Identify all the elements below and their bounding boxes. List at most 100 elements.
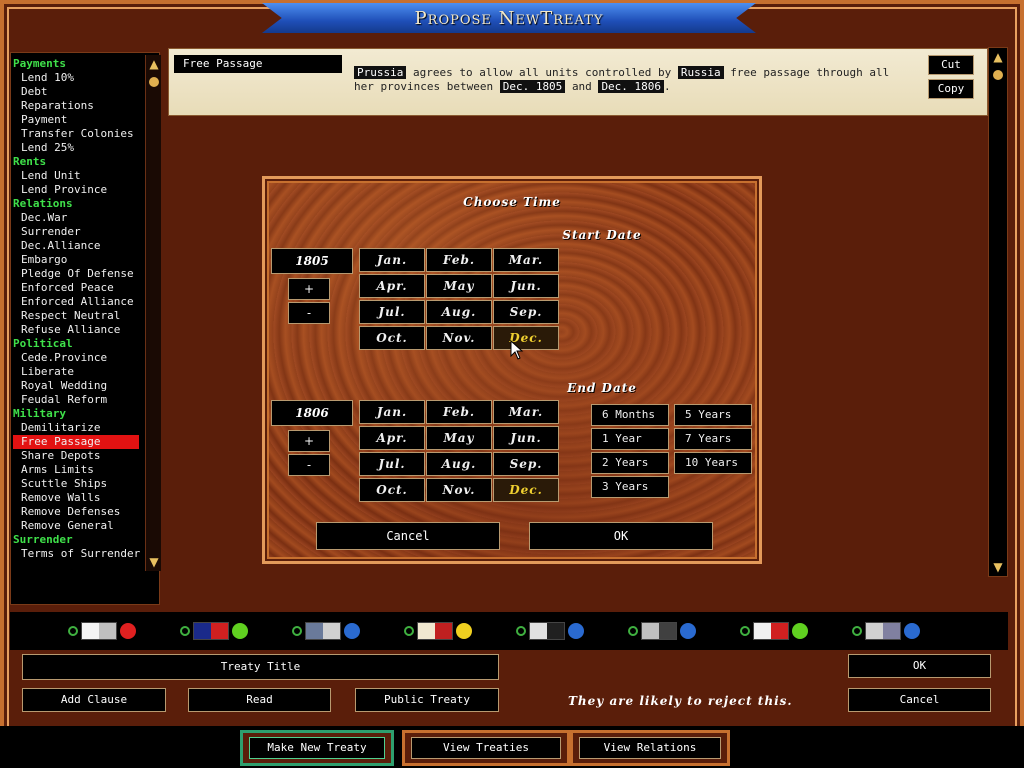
clause-item[interactable]: Lend 25% (13, 141, 139, 155)
start-date-link[interactable]: Dec. 1805 (499, 80, 566, 93)
end-month-button[interactable]: Feb. (426, 400, 492, 424)
read-button[interactable]: Read (188, 688, 331, 712)
clause-item[interactable]: Lend Unit (13, 169, 139, 183)
start-month-button[interactable]: Jan. (359, 248, 425, 272)
duration-preset-button[interactable]: 10 Years (674, 452, 752, 474)
clause-item[interactable]: Arms Limits (13, 463, 139, 477)
nation-select-radio-icon[interactable] (516, 626, 526, 636)
nation-select-radio-icon[interactable] (68, 626, 78, 636)
end-month-button[interactable]: Jun. (493, 426, 559, 450)
propose-cancel-button[interactable]: Cancel (848, 688, 991, 712)
scroll-down-arrow-icon[interactable]: ▼ (147, 555, 161, 569)
clause-item[interactable]: Feudal Reform (13, 393, 139, 407)
clause-list-scrollbar[interactable]: ▲ ▼ (145, 55, 161, 571)
clause-item[interactable]: Remove General (13, 519, 139, 533)
scroll-down-arrow-icon[interactable]: ▼ (991, 560, 1005, 574)
clause-item[interactable]: Surrender (13, 225, 139, 239)
end-month-button[interactable]: Oct. (359, 478, 425, 502)
clause-item[interactable]: Share Depots (13, 449, 139, 463)
nation-select-radio-icon[interactable] (180, 626, 190, 636)
clause-item[interactable]: Respect Neutral (13, 309, 139, 323)
clause-item[interactable]: Dec.Alliance (13, 239, 139, 253)
start-year-increment-button[interactable]: + (288, 278, 330, 300)
end-date-link[interactable]: Dec. 1806 (598, 80, 665, 93)
scroll-up-arrow-icon[interactable]: ▲ (991, 50, 1005, 64)
main-scrollbar[interactable]: ▲ ▼ (988, 47, 1008, 577)
end-month-button[interactable]: Sep. (493, 452, 559, 476)
clause-item[interactable]: Payment (13, 113, 139, 127)
end-year-decrement-button[interactable]: - (288, 454, 330, 476)
nation-name[interactable]: Prussia (354, 66, 407, 79)
end-year-increment-button[interactable]: + (288, 430, 330, 452)
cut-button[interactable]: Cut (928, 55, 974, 75)
nation-select-radio-icon[interactable] (740, 626, 750, 636)
clause-item[interactable]: Transfer Colonies (13, 127, 139, 141)
clause-item[interactable]: Debt (13, 85, 139, 99)
end-month-button[interactable]: Dec. (493, 478, 559, 502)
clause-item[interactable]: Lend Province (13, 183, 139, 197)
propose-ok-button[interactable]: OK (848, 654, 991, 678)
nation-entry[interactable] (516, 621, 584, 641)
clause-item[interactable]: Scuttle Ships (13, 477, 139, 491)
scroll-thumb[interactable] (149, 77, 159, 87)
dialog-ok-button[interactable]: OK (529, 522, 713, 550)
end-month-button[interactable]: Aug. (426, 452, 492, 476)
start-month-button[interactable]: Jun. (493, 274, 559, 298)
nation-entry[interactable] (180, 621, 248, 641)
duration-preset-button[interactable]: 6 Months (591, 404, 669, 426)
nation-entry[interactable] (68, 621, 136, 641)
dialog-cancel-button[interactable]: Cancel (316, 522, 500, 550)
nation-select-radio-icon[interactable] (628, 626, 638, 636)
clause-item[interactable]: Reparations (13, 99, 139, 113)
tab-view-treaties[interactable]: View Treaties (402, 730, 570, 766)
duration-preset-button[interactable]: 1 Year (591, 428, 669, 450)
duration-preset-button[interactable]: 7 Years (674, 428, 752, 450)
duration-preset-button[interactable]: 5 Years (674, 404, 752, 426)
add-clause-button[interactable]: Add Clause (22, 688, 166, 712)
clause-item[interactable]: Remove Defenses (13, 505, 139, 519)
end-month-button[interactable]: Jan. (359, 400, 425, 424)
start-month-button[interactable]: Oct. (359, 326, 425, 350)
start-month-button[interactable]: May (426, 274, 492, 298)
clause-item[interactable]: Pledge Of Defense (13, 267, 139, 281)
nation-select-radio-icon[interactable] (852, 626, 862, 636)
nation-entry[interactable] (852, 621, 920, 641)
start-month-button[interactable]: Sep. (493, 300, 559, 324)
nation-entry[interactable] (404, 621, 472, 641)
nation-entry[interactable] (740, 621, 808, 641)
nation-name[interactable]: Russia (677, 66, 724, 79)
end-month-button[interactable]: Jul. (359, 452, 425, 476)
clause-item[interactable]: Enforced Peace (13, 281, 139, 295)
clause-item[interactable]: Royal Wedding (13, 379, 139, 393)
clause-item[interactable]: Terms of Surrender (13, 547, 140, 561)
start-month-button[interactable]: Jul. (359, 300, 425, 324)
clause-item[interactable]: Dec.War (13, 211, 139, 225)
clause-item[interactable]: Liberate (13, 365, 139, 379)
end-month-button[interactable]: May (426, 426, 492, 450)
clause-item[interactable]: Cede.Province (13, 351, 139, 365)
end-year-field[interactable]: 1806 (271, 400, 353, 426)
nation-entry[interactable] (292, 621, 360, 641)
scroll-thumb[interactable] (993, 70, 1003, 80)
nation-select-radio-icon[interactable] (404, 626, 414, 636)
duration-preset-button[interactable]: 3 Years (591, 476, 669, 498)
start-month-button[interactable]: Aug. (426, 300, 492, 324)
clause-item[interactable]: Refuse Alliance (13, 323, 139, 337)
public-treaty-button[interactable]: Public Treaty (355, 688, 499, 712)
start-year-field[interactable]: 1805 (271, 248, 353, 274)
start-year-decrement-button[interactable]: - (288, 302, 330, 324)
tab-view-relations[interactable]: View Relations (570, 730, 730, 766)
duration-preset-button[interactable]: 2 Years (591, 452, 669, 474)
clause-item[interactable]: Lend 10% (13, 71, 139, 85)
start-month-button[interactable]: Feb. (426, 248, 492, 272)
tab-make-new-treaty[interactable]: Make New Treaty (240, 730, 394, 766)
clause-item[interactable]: Demilitarize (13, 421, 139, 435)
end-month-button[interactable]: Apr. (359, 426, 425, 450)
copy-button[interactable]: Copy (928, 79, 974, 99)
scroll-up-arrow-icon[interactable]: ▲ (147, 57, 161, 71)
clause-item[interactable]: Free Passage (13, 435, 139, 449)
start-month-button[interactable]: Mar. (493, 248, 559, 272)
start-month-button[interactable]: Dec. (493, 326, 559, 350)
clause-item[interactable]: Embargo (13, 253, 139, 267)
end-month-button[interactable]: Nov. (426, 478, 492, 502)
